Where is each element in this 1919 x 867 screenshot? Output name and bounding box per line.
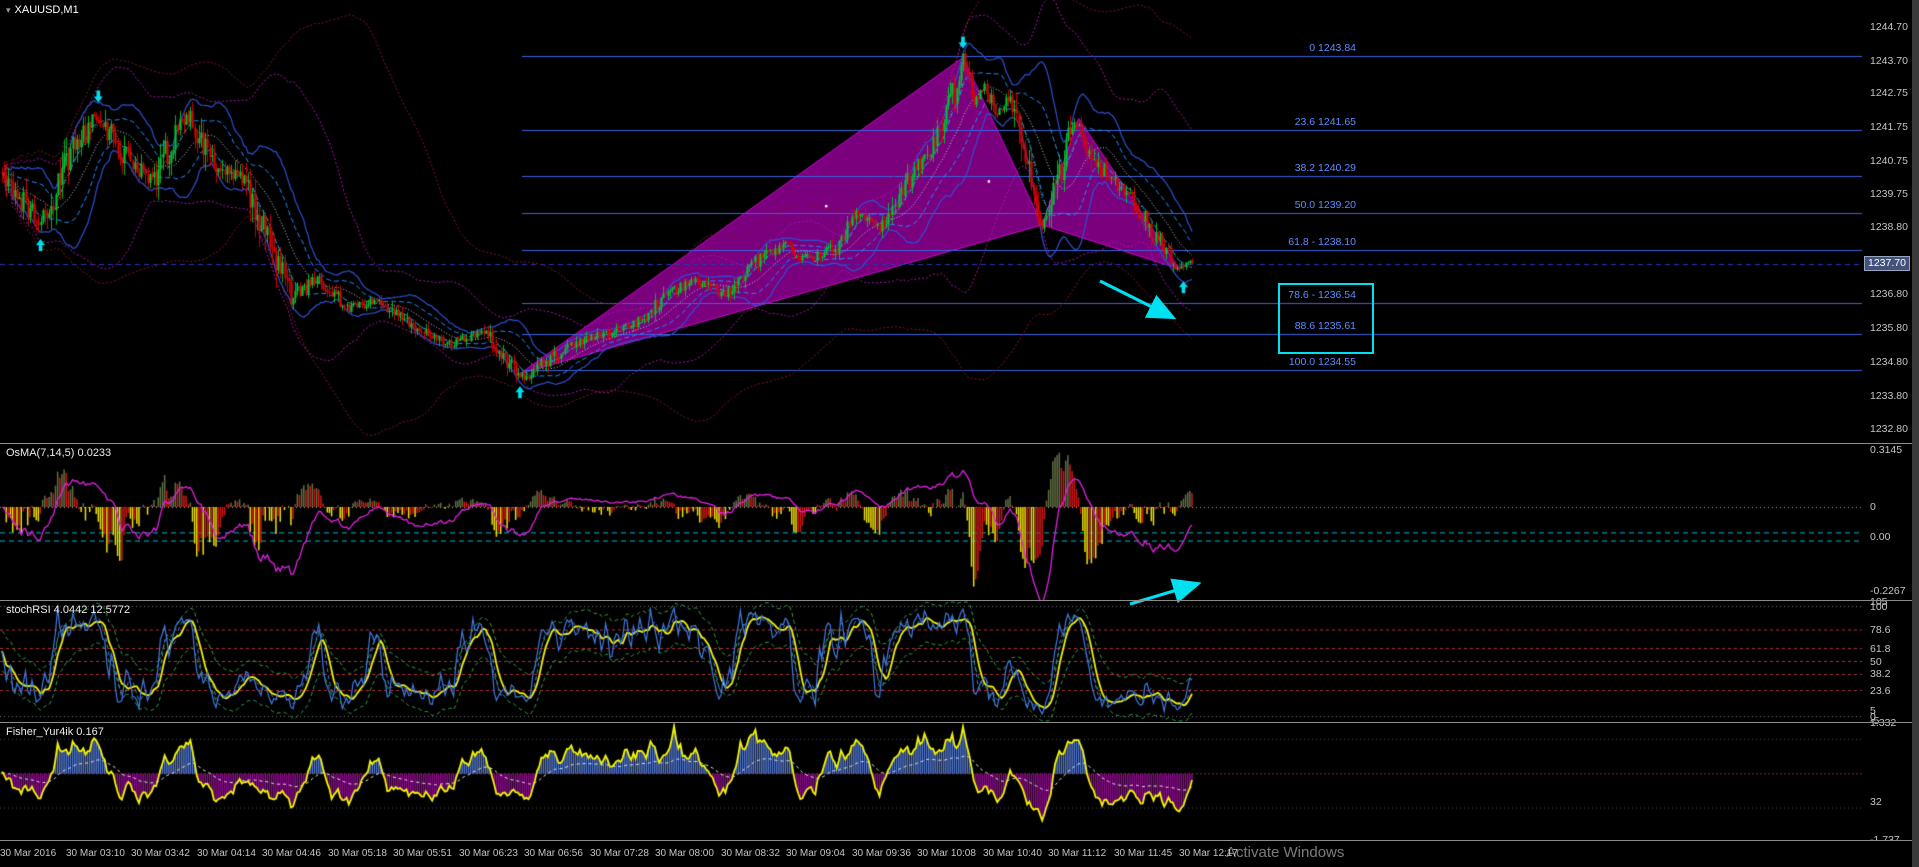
symbol-text: XAUUSD,M1 — [14, 4, 79, 16]
indicator-axis-tick: 50 — [1870, 656, 1882, 668]
fib-level-label: 88.6 1235.61 — [1294, 320, 1356, 332]
time-axis-label: 30 Mar 05:18 — [328, 848, 387, 859]
osma-indicator-label: OsMA(7,14,5) 0.0233 — [6, 447, 112, 459]
price-axis-tick: 1239.75 — [1870, 188, 1908, 200]
chart-symbol-label[interactable]: ▾ XAUUSD,M1 — [6, 4, 79, 17]
time-axis-label: 30 Mar 11:45 — [1114, 848, 1173, 859]
right-scroll-strip[interactable] — [1912, 0, 1919, 867]
time-axis-label: 30 Mar 03:10 — [66, 848, 125, 859]
time-axis-label: 30 Mar 05:51 — [393, 848, 452, 859]
price-axis-tick: 1234.80 — [1870, 356, 1908, 368]
time-axis-label: 30 Mar 08:32 — [721, 848, 780, 859]
indicator-axis-tick: 78.6 — [1870, 624, 1891, 636]
stochrsi-indicator-label: stochRSI 4.0442 12.5772 — [6, 604, 131, 616]
mt4-chart-window: ▾ XAUUSD,M1 OsMA(7,14,5) 0.0233 stochRSI … — [0, 0, 1919, 867]
time-axis-label: 30 Mar 10:40 — [983, 848, 1042, 859]
current-price-value: 1237.70 — [1868, 257, 1906, 269]
price-axis-tick: 1233.80 — [1870, 390, 1908, 402]
current-price-tag: 1237.70 — [1864, 256, 1910, 271]
time-axis-label: 30 Mar 2016 — [0, 848, 57, 859]
fib-level-label: 78.6 - 1236.54 — [1288, 289, 1356, 301]
price-axis-tick: 1232.80 — [1870, 423, 1908, 435]
time-axis-label: 30 Mar 04:14 — [197, 848, 256, 859]
stochrsi-panel-canvas[interactable] — [0, 601, 1912, 722]
time-axis[interactable]: 30 Mar 2016 30 Mar 03:10 30 Mar 03:42 30 Ma… — [0, 841, 1912, 867]
price-axis-tick: 1242.75 — [1870, 87, 1908, 99]
panel-separator[interactable] — [0, 840, 1912, 841]
time-axis-label: 30 Mar 11:12 — [1048, 848, 1107, 859]
fisher-indicator-label: Fisher_Yur4ik 0.167 — [6, 726, 104, 738]
price-axis-tick: 1236.80 — [1870, 288, 1908, 300]
chart-dropdown-icon[interactable]: ▾ — [6, 5, 11, 15]
fib-level-label: 100.0 1234.55 — [1288, 356, 1356, 368]
price-axis-tick: 1238.80 — [1870, 221, 1908, 233]
price-axis[interactable]: 1244.70 1243.70 1242.75 1241.75 1240.75 1239.… — [1864, 0, 1912, 867]
time-axis-label: 30 Mar 08:00 — [655, 848, 714, 859]
price-axis-tick: 1240.75 — [1870, 155, 1908, 167]
indicator-axis-tick: 23.6 — [1870, 685, 1891, 697]
price-axis-tick: 1241.75 — [1870, 121, 1908, 133]
price-axis-tick: 1244.70 — [1870, 21, 1908, 33]
time-axis-label: 30 Mar 06:23 — [459, 848, 518, 859]
time-axis-label: 30 Mar 06:56 — [524, 848, 583, 859]
panel-separator[interactable] — [0, 600, 1912, 601]
indicator-axis-tick: 32 — [1870, 796, 1882, 808]
fib-level-label: 50.0 1239.20 — [1294, 199, 1356, 211]
panel-separator[interactable] — [0, 443, 1912, 444]
fib-level-label: 38.2 1240.29 — [1294, 162, 1356, 174]
panel-separator[interactable] — [0, 722, 1912, 723]
time-axis-label: 30 Mar 09:04 — [786, 848, 845, 859]
fib-level-label: 23.6 1241.65 — [1294, 116, 1356, 128]
time-axis-label: 30 Mar 04:46 — [262, 848, 321, 859]
indicator-axis-tick: 100 — [1870, 601, 1888, 613]
fib-level-label: 0 1243.84 — [1309, 42, 1356, 54]
indicator-axis-tick: 0 — [1870, 501, 1876, 513]
time-axis-label: 30 Mar 10:08 — [917, 848, 976, 859]
indicator-axis-tick: 61.8 — [1870, 643, 1891, 655]
time-axis-label: 30 Mar 07:28 — [590, 848, 649, 859]
main-chart-canvas[interactable] — [0, 0, 1912, 443]
activate-windows-watermark: Activate Windows — [1226, 844, 1345, 861]
price-axis-tick: 1243.70 — [1870, 55, 1908, 67]
indicator-axis-tick: 0.00 — [1870, 531, 1891, 543]
time-axis-label: 30 Mar 03:42 — [131, 848, 190, 859]
price-axis-tick: 1235.80 — [1870, 322, 1908, 334]
indicator-axis-tick: 1.332 — [1870, 717, 1897, 729]
time-axis-label: 30 Mar 09:36 — [852, 848, 911, 859]
osma-panel-canvas[interactable] — [0, 444, 1912, 600]
fib-level-label: 61.8 - 1238.10 — [1288, 236, 1356, 248]
fisher-panel-canvas[interactable] — [0, 723, 1912, 840]
indicator-axis-tick: 0.3145 — [1870, 444, 1903, 456]
indicator-axis-tick: 38.2 — [1870, 668, 1891, 680]
